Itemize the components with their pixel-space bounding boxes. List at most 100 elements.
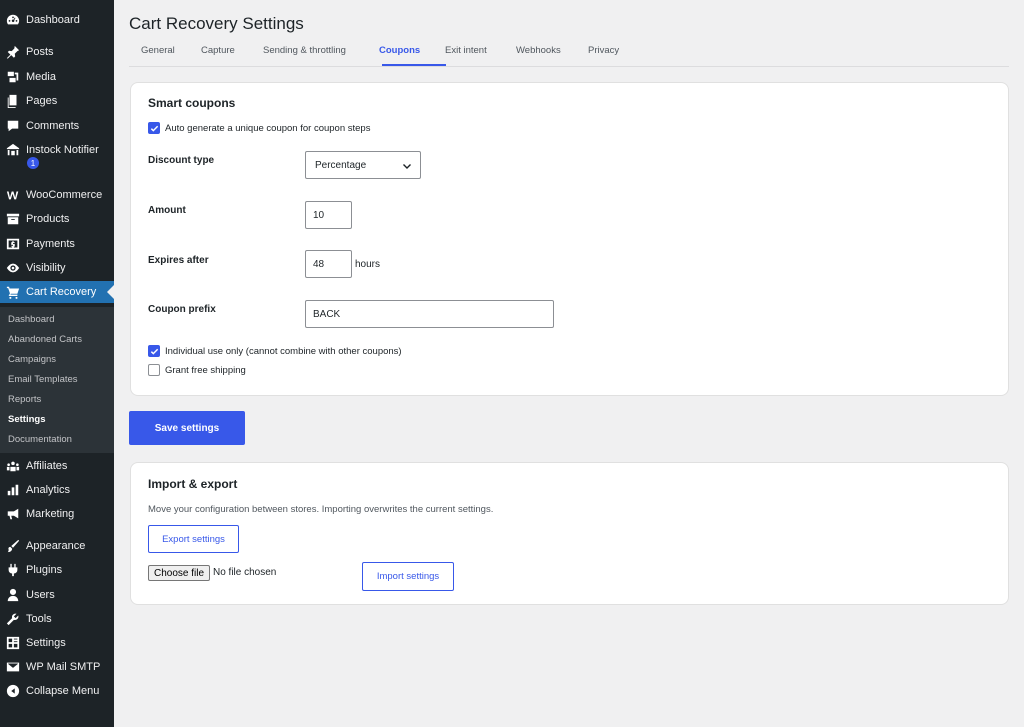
menu-item-instock-notifier[interactable]: Instock Notifier: [0, 139, 114, 161]
free-shipping-row: Grant free shipping: [148, 364, 246, 376]
choose-file-button[interactable]: Choose file: [148, 565, 211, 581]
dashboard-icon: [6, 13, 20, 27]
menu-item-tools[interactable]: Tools: [0, 608, 114, 630]
plugin-icon: [6, 563, 20, 577]
menu-item-analytics[interactable]: Analytics: [0, 479, 114, 501]
settings-icon: [6, 636, 20, 650]
menu-item-affiliates[interactable]: Affiliates: [0, 455, 114, 477]
tab-exit-intent[interactable]: Exit intent: [445, 45, 487, 56]
menu-label: Collapse Menu: [26, 685, 100, 697]
submenu-abandoned-carts[interactable]: Abandoned Carts: [8, 334, 82, 345]
individual-use-checkbox[interactable]: [148, 345, 160, 357]
menu-item-collapse[interactable]: Collapse Menu: [0, 680, 114, 702]
submenu-email-templates[interactable]: Email Templates: [8, 374, 78, 385]
individual-use-label: Individual use only (cannot combine with…: [165, 345, 402, 357]
expires-after-input[interactable]: 48: [305, 250, 352, 278]
admin-sidebar: Dashboard Posts Media Pages Comments Ins…: [0, 0, 114, 727]
menu-label: Tools: [26, 613, 52, 625]
menu-item-posts[interactable]: Posts: [0, 41, 114, 63]
comment-icon: [6, 119, 20, 133]
main-content: Cart Recovery Settings General Capture S…: [114, 0, 1024, 727]
menu-label: Dashboard: [26, 14, 80, 26]
tab-general[interactable]: General: [141, 45, 175, 56]
media-icon: [6, 70, 20, 84]
chevron-down-icon: [403, 164, 411, 169]
menu-item-visibility[interactable]: Visibility: [0, 257, 114, 279]
individual-use-row: Individual use only (cannot combine with…: [148, 345, 402, 357]
menu-label: Plugins: [26, 564, 63, 576]
menu-label: Users: [26, 589, 55, 601]
menu-item-media[interactable]: Media: [0, 66, 114, 88]
tab-privacy[interactable]: Privacy: [588, 45, 619, 56]
coupon-prefix-input[interactable]: BACK: [305, 300, 554, 328]
submenu-reports[interactable]: Reports: [8, 394, 41, 405]
user-icon: [6, 588, 20, 602]
auto-generate-row: Auto generate a unique coupon for coupon…: [148, 122, 370, 134]
notification-badge: 1: [27, 157, 39, 169]
submenu-documentation[interactable]: Documentation: [8, 434, 72, 445]
menu-item-settings[interactable]: Settings: [0, 632, 114, 654]
menu-label: Affiliates: [26, 460, 68, 472]
groups-icon: [6, 459, 20, 473]
menu-label: WooCommerce: [26, 189, 103, 201]
menu-item-appearance[interactable]: Appearance: [0, 535, 114, 557]
amount-input[interactable]: 10: [305, 201, 352, 229]
menu-label: Cart Recovery: [26, 286, 97, 298]
import-export-description: Move your configuration between stores. …: [148, 504, 494, 515]
menu-item-marketing[interactable]: Marketing: [0, 503, 114, 525]
tab-webhooks[interactable]: Webhooks: [516, 45, 561, 56]
menu-label: Instock Notifier: [26, 144, 99, 156]
import-settings-button[interactable]: Import settings: [362, 562, 454, 591]
menu-item-woocommerce[interactable]: WooCommerce: [0, 184, 114, 206]
discount-type-select[interactable]: Percentage: [305, 151, 421, 179]
tab-sending-throttling[interactable]: Sending & throttling: [263, 45, 346, 56]
menu-label: Pages: [26, 95, 58, 107]
menu-label: WP Mail SMTP: [26, 661, 101, 673]
menu-item-cart-recovery[interactable]: Cart Recovery: [0, 281, 114, 303]
menu-item-dashboard[interactable]: Dashboard: [0, 9, 114, 31]
megaphone-icon: [6, 507, 20, 521]
submenu-campaigns[interactable]: Campaigns: [8, 354, 56, 365]
discount-type-value: Percentage: [315, 159, 367, 171]
pages-icon: [6, 94, 20, 108]
menu-label: Products: [26, 213, 70, 225]
menu-label: Comments: [26, 120, 80, 132]
wrench-icon: [6, 612, 20, 626]
page-title: Cart Recovery Settings: [129, 14, 304, 33]
menu-item-wp-mail-smtp[interactable]: WP Mail SMTP: [0, 656, 114, 678]
tab-capture[interactable]: Capture: [201, 45, 235, 56]
card-title: Import & export: [148, 477, 238, 491]
menu-label: Posts: [26, 46, 54, 58]
cart-recovery-submenu: Dashboard Abandoned Carts Campaigns Emai…: [0, 307, 114, 453]
menu-label: Media: [26, 71, 56, 83]
woo-icon: [6, 188, 20, 202]
submenu-settings[interactable]: Settings: [8, 414, 45, 425]
submenu-dashboard[interactable]: Dashboard: [8, 314, 54, 325]
collapse-icon: [6, 684, 20, 698]
menu-item-plugins[interactable]: Plugins: [0, 559, 114, 581]
menu-label: Marketing: [26, 508, 75, 520]
menu-item-payments[interactable]: Payments: [0, 233, 114, 255]
archive-icon: [6, 212, 20, 226]
tab-coupons[interactable]: Coupons: [379, 45, 420, 56]
store-icon: [6, 143, 20, 157]
menu-item-users[interactable]: Users: [0, 584, 114, 606]
brush-icon: [6, 539, 20, 553]
free-shipping-checkbox[interactable]: [148, 364, 160, 376]
auto-generate-checkbox[interactable]: [148, 122, 160, 134]
eye-icon: [6, 261, 20, 275]
menu-label: Appearance: [26, 540, 86, 552]
pin-icon: [6, 45, 20, 59]
auto-generate-label: Auto generate a unique coupon for coupon…: [165, 122, 371, 134]
export-settings-button[interactable]: Export settings: [148, 525, 239, 553]
smart-coupons-card: Smart coupons Auto generate a unique cou…: [130, 82, 1009, 396]
save-settings-button[interactable]: Save settings: [129, 411, 245, 445]
file-status: No file chosen: [213, 567, 277, 578]
active-tab-indicator: [382, 64, 446, 66]
menu-label: Payments: [26, 238, 75, 250]
menu-item-comments[interactable]: Comments: [0, 115, 114, 137]
discount-type-label: Discount type: [148, 155, 215, 166]
coupon-prefix-label: Coupon prefix: [148, 304, 216, 315]
menu-item-pages[interactable]: Pages: [0, 90, 114, 112]
menu-item-products[interactable]: Products: [0, 208, 114, 230]
